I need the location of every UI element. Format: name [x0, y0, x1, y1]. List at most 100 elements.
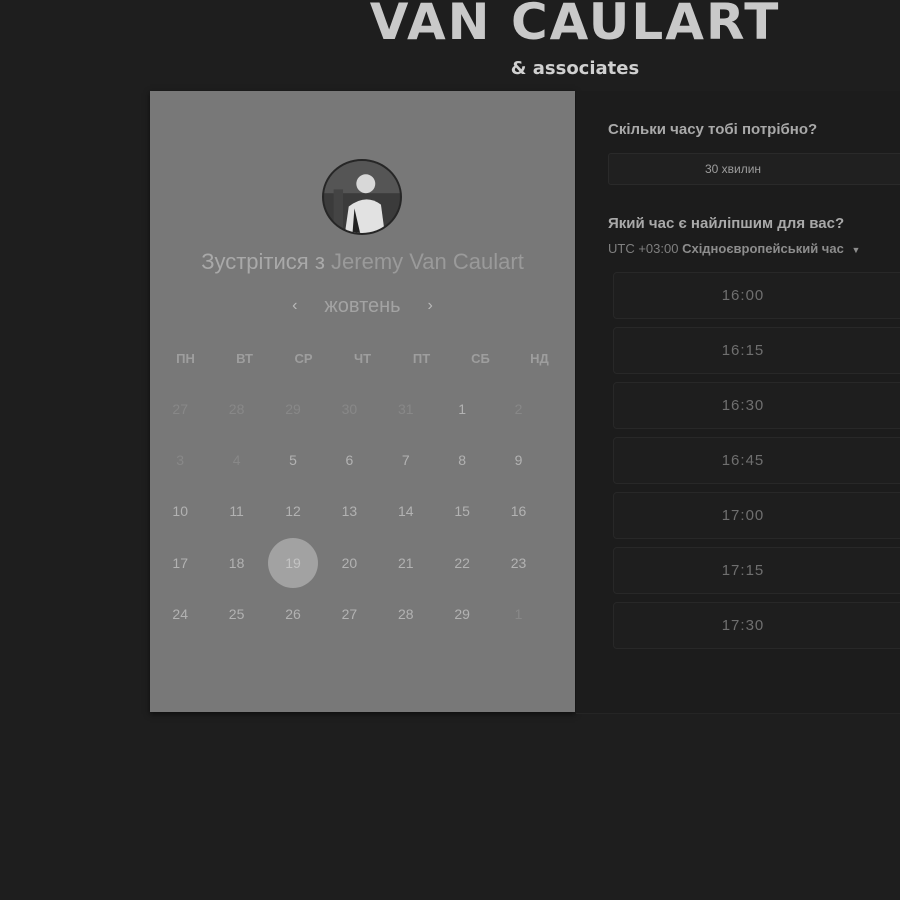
calendar-day[interactable]: 18	[208, 537, 264, 588]
calendar-day-number: 28	[397, 606, 414, 623]
calendar-day[interactable]: 9	[490, 434, 546, 485]
time-slot-button[interactable]: 17:30	[613, 602, 900, 649]
calendar-day[interactable]: 1	[434, 383, 490, 434]
host-name: Jeremy Van Caulart	[331, 249, 524, 274]
calendar-day[interactable]: 28	[378, 589, 434, 640]
calendar-day[interactable]: 27	[321, 589, 377, 640]
calendar-day-selected[interactable]: 19	[265, 537, 321, 589]
calendar-day-number: 22	[454, 554, 470, 571]
calendar-day: 29	[265, 383, 321, 434]
calendar-day[interactable]: 25	[208, 589, 264, 640]
calendar-day-number: 23	[510, 554, 527, 571]
calendar-day[interactable]: 21	[378, 537, 434, 588]
meeting-title: Зустрітися з Jeremy Van Caulart	[150, 249, 575, 275]
calendar-day-number: 11	[229, 503, 244, 520]
calendar-day-number: 25	[228, 606, 245, 623]
calendar-day-number: 29	[454, 606, 470, 623]
calendar-day-number: 3	[176, 452, 185, 469]
calendar-day-number: 15	[454, 503, 470, 520]
calendar-day[interactable]: 13	[321, 486, 377, 537]
calendar-day[interactable]: 24	[152, 589, 208, 640]
calendar-day[interactable]: 16	[490, 486, 546, 537]
weekday-label: ПТ	[412, 351, 431, 366]
calendar-day-number: 27	[341, 606, 358, 623]
calendar-day: 27	[152, 383, 208, 434]
calendar-day[interactable]: 14	[378, 486, 434, 537]
time-slot-button[interactable]: 16:30	[613, 382, 900, 429]
scheduler-panel: Скільки часу тобі потрібно? 30 хвилин Як…	[576, 91, 900, 714]
host-avatar	[322, 159, 402, 235]
time-slot-button[interactable]: 16:00	[613, 272, 900, 319]
calendar-day[interactable]: 11	[208, 486, 264, 537]
time-slot-list: 16:00 16:15 16:30 16:45 17:00 17:15 17:3…	[613, 272, 900, 657]
calendar-day: 1	[490, 589, 546, 640]
calendar-day-number: 18	[228, 554, 245, 571]
calendar-day-number: 21	[397, 554, 414, 571]
calendar-day[interactable]: 15	[434, 486, 490, 537]
calendar-day[interactable]: 20	[321, 537, 377, 588]
weekday-label: ВТ	[236, 351, 253, 366]
calendar-day-number: 17	[172, 554, 188, 571]
calendar-day-number: 31	[397, 400, 414, 417]
duration-select[interactable]: 30 хвилин	[608, 153, 900, 185]
weekday-label: СБ	[471, 351, 490, 366]
timezone-name: Східноєвропейський час	[682, 241, 844, 256]
time-slot-button[interactable]: 17:15	[613, 547, 900, 594]
calendar-day: 2	[490, 383, 546, 434]
calendar-day[interactable]: 6	[321, 434, 377, 485]
calendar-day-number: 26	[285, 606, 301, 623]
brand-logo-title: VAN CAULART	[369, 0, 781, 51]
chevron-right-icon[interactable]: ›	[420, 297, 440, 315]
calendar-day-number: 14	[397, 503, 414, 520]
weekday-label: ЧТ	[353, 351, 372, 366]
calendar-day-number: 4	[232, 452, 241, 469]
calendar-day[interactable]: 22	[434, 537, 490, 588]
calendar-day-number: 2	[514, 400, 523, 417]
calendar-day[interactable]: 10	[152, 486, 208, 537]
calendar-day[interactable]: 8	[434, 434, 490, 485]
calendar-day: 3	[152, 434, 208, 485]
time-slot-button[interactable]: 16:15	[613, 327, 900, 374]
calendar-day[interactable]: 12	[265, 486, 321, 537]
calendar-day-number: 20	[341, 554, 358, 571]
calendar-day-number: 30	[341, 400, 358, 417]
calendar-day-number: 12	[285, 503, 301, 520]
timezone-select[interactable]: UTC +03:00 Східноєвропейський час ▼	[608, 241, 860, 256]
timezone-offset: UTC +03:00	[608, 241, 679, 256]
calendar-day-number: 19	[285, 554, 301, 571]
calendar-day-number: 6	[345, 452, 354, 469]
month-navigator: ‹ жовтень ›	[150, 295, 575, 319]
calendar-day: 28	[208, 383, 264, 434]
calendar-day-number: 8	[458, 452, 467, 469]
calendar-day-number: 5	[289, 452, 297, 469]
weekday-header: ПН ВТ СР ЧТ ПТ СБ НД	[150, 351, 575, 366]
calendar-day[interactable]: 17	[152, 537, 208, 588]
calendar-day-number: 16	[510, 503, 527, 520]
weekday-label: НД	[530, 351, 549, 366]
caret-down-icon: ▼	[851, 245, 861, 255]
calendar-day: 4	[208, 434, 264, 485]
duration-question: Скільки часу тобі потрібно?	[608, 121, 818, 138]
calendar-day[interactable]: 26	[265, 589, 321, 640]
calendar-day[interactable]: 7	[378, 434, 434, 485]
calendar-day-number: 9	[514, 452, 523, 469]
calendar-day[interactable]: 5	[265, 434, 321, 485]
calendar-day-number: 1	[514, 606, 523, 623]
calendar-day-number: 7	[401, 452, 410, 469]
month-label: жовтень	[324, 295, 401, 317]
chevron-left-icon[interactable]: ‹	[285, 297, 305, 315]
meeting-title-prefix: Зустрітися з	[201, 249, 325, 274]
time-slot-button[interactable]: 17:00	[613, 492, 900, 539]
brand-logo-subtitle: & associates	[510, 58, 640, 79]
time-slot-button[interactable]: 16:45	[613, 437, 900, 484]
calendar-day-number: 10	[172, 503, 188, 520]
calendar-day[interactable]: 29	[434, 589, 490, 640]
day-grid: 27 28 29 30 31 1 2 3 4 5 6 7 8 9 10 11 12 13 14 15 16 17 18 19 2…	[152, 383, 547, 640]
calendar-day-number: 13	[341, 503, 358, 520]
time-question: Який час є найліпшим для вас?	[608, 215, 845, 232]
booking-page: VAN CAULART & associates Зустрітися з Je…	[0, 0, 900, 900]
calendar-day-number: 1	[458, 400, 467, 417]
host-photo	[324, 161, 400, 233]
calendar-day-number: 28	[228, 400, 245, 417]
calendar-day[interactable]: 23	[490, 537, 546, 588]
